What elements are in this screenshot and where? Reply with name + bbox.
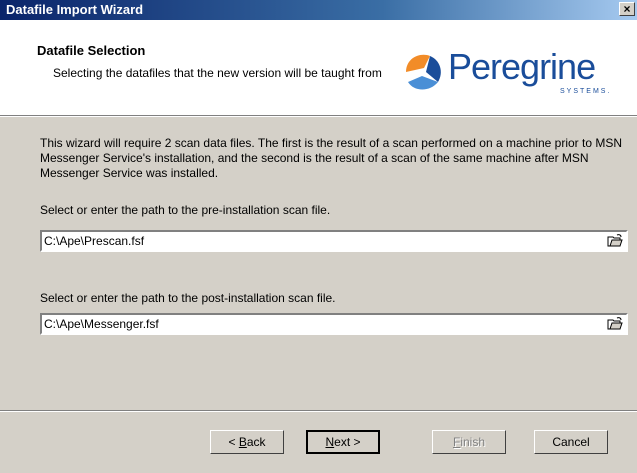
wizard-header: Datafile Selection Selecting the datafil… <box>0 20 637 115</box>
pre-install-path-input[interactable] <box>42 232 586 250</box>
logo-subtext: SYSTEMS. <box>560 88 612 95</box>
back-button[interactable]: < Back <box>210 430 284 454</box>
wizard-description: This wizard will require 2 scan data fil… <box>40 136 623 180</box>
pre-install-path-field[interactable] <box>40 230 628 252</box>
back-label: ack <box>246 435 266 449</box>
post-install-browse-button[interactable] <box>606 316 624 332</box>
peregrine-logo: Peregrine SYSTEMS. <box>400 44 630 104</box>
next-button[interactable]: Next > <box>306 430 380 454</box>
open-folder-icon <box>607 234 623 247</box>
cancel-label: Cancel <box>552 435 590 449</box>
next-accesskey: N <box>325 435 335 449</box>
page-title: Datafile Selection <box>37 43 146 58</box>
post-install-path-input[interactable] <box>42 315 586 333</box>
close-button[interactable]: × <box>619 2 635 16</box>
close-icon: × <box>623 2 631 16</box>
next-label: ext > <box>334 435 361 449</box>
logo-text: Peregrine <box>448 46 596 87</box>
pre-install-browse-button[interactable] <box>606 233 624 249</box>
finish-label: inish <box>460 435 486 449</box>
back-prefix: < <box>228 435 239 449</box>
cancel-button[interactable]: Cancel <box>534 430 608 454</box>
footer-divider <box>0 410 637 412</box>
logo-mark-icon <box>406 54 441 90</box>
window-title: Datafile Import Wizard <box>6 2 144 17</box>
back-accesskey: B <box>238 435 247 449</box>
post-install-path-field[interactable] <box>40 313 628 335</box>
title-bar: Datafile Import Wizard × <box>0 0 637 20</box>
pre-install-label: Select or enter the path to the pre-inst… <box>40 203 331 217</box>
post-install-label: Select or enter the path to the post-ins… <box>40 291 336 305</box>
open-folder-icon <box>607 317 623 330</box>
page-subtitle: Selecting the datafiles that the new ver… <box>53 66 382 80</box>
header-divider <box>0 115 637 117</box>
finish-button[interactable]: Finish <box>432 430 506 454</box>
